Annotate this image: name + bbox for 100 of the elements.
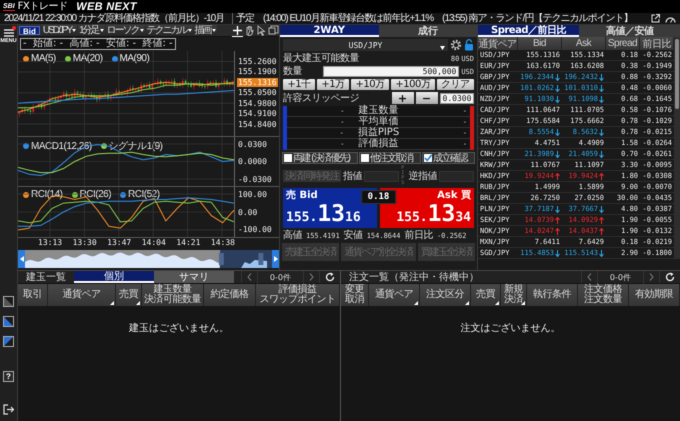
layout-icon[interactable] xyxy=(3,296,14,307)
column-header[interactable]: Ask xyxy=(562,37,606,50)
windows-icon[interactable] xyxy=(268,25,279,37)
arrow-down-icon xyxy=(599,250,604,256)
column-header[interactable]: 有効期限 xyxy=(629,284,680,306)
column-header[interactable]: 通貨ペア xyxy=(478,37,518,50)
time-label: 14:21 xyxy=(176,238,200,248)
column-header[interactable]: 変更 取消 xyxy=(341,284,369,306)
quote-tab[interactable]: 高値／安値 xyxy=(579,25,680,37)
dropdown-button[interactable]: 1分足 xyxy=(78,25,105,36)
sort-icon xyxy=(465,301,469,305)
step-button[interactable]: + xyxy=(392,92,414,104)
column-header[interactable]: 前日比 xyxy=(640,37,674,50)
column-header[interactable]: 通貨ペア xyxy=(48,284,116,306)
legend-label: MA(20) xyxy=(72,53,103,64)
column-header[interactable]: 通貨ペア xyxy=(369,284,420,306)
column-header[interactable]: 売買 xyxy=(471,284,501,306)
time-label: 13:13 xyxy=(38,238,62,248)
legend-label: RCI(14) xyxy=(31,189,63,200)
axis-label: -0.0300 xyxy=(237,174,273,184)
hand-icon[interactable] xyxy=(244,25,255,37)
chevron-right-icon[interactable] xyxy=(309,273,314,281)
arrow-down-icon xyxy=(555,128,560,136)
layout-icon[interactable] xyxy=(3,316,14,327)
cursor-icon[interactable] xyxy=(256,25,267,37)
schedule-item: (13:55) 南ア・ランド/円【テクニカルポイント】 xyxy=(442,13,632,24)
time-label: 14:04 xyxy=(142,238,166,248)
arrow-up-icon xyxy=(599,228,604,234)
increment-button[interactable]: +1万 xyxy=(317,79,350,90)
quantity-field[interactable]: 500,000 xyxy=(323,66,460,77)
lock-icon[interactable] xyxy=(464,39,474,51)
increment-button[interactable]: +1千 xyxy=(283,79,316,90)
arrow-down-icon xyxy=(599,206,604,212)
position-label: 評価損益 xyxy=(358,139,398,149)
caret-icon xyxy=(140,29,144,32)
legend-label: RCI(52) xyxy=(128,189,160,200)
limit-label: 指値 xyxy=(343,170,362,182)
check-icon xyxy=(424,154,432,162)
arrow-down-icon xyxy=(599,84,604,92)
column-header[interactable]: 執行条件 xyxy=(527,284,578,306)
order-tab[interactable]: 成行 xyxy=(378,25,477,37)
crosshair-icon[interactable] xyxy=(232,25,243,37)
chevron-right-icon[interactable] xyxy=(649,273,654,281)
currency-pair-dropdown[interactable]: USD/JPY xyxy=(283,39,448,51)
gauge-icon[interactable] xyxy=(665,14,676,22)
increment-button[interactable]: +10万 xyxy=(351,79,389,90)
help-button[interactable]: ? xyxy=(3,371,14,382)
step-button[interactable]: − xyxy=(416,92,438,104)
navigator-drawing[interactable] xyxy=(25,250,272,268)
stat-label: 前日比 xyxy=(404,230,433,241)
chevron-left-icon[interactable] xyxy=(246,273,252,281)
order-tab[interactable]: 2WAY xyxy=(280,25,378,37)
section-title: 注文一覧（発注中・待機中） xyxy=(348,271,480,283)
price-type-button[interactable]: Bid xyxy=(19,26,40,35)
list-tab[interactable]: サマリ xyxy=(154,271,234,283)
checkbox[interactable]: 他注文取消 xyxy=(359,152,421,164)
column-header[interactable]: Bid xyxy=(518,37,562,50)
axis-label: -100.00 xyxy=(237,225,273,234)
layout-icon[interactable] xyxy=(3,336,14,347)
column-header[interactable]: 約定価格 xyxy=(204,284,256,306)
refresh-icon[interactable] xyxy=(665,272,675,282)
gear-icon[interactable] xyxy=(450,39,462,51)
column-header[interactable]: 新規 決済 xyxy=(501,284,527,306)
column-header[interactable]: 売買 xyxy=(116,284,142,306)
arrow-down-icon xyxy=(555,96,560,102)
scroll-right-button[interactable] xyxy=(272,250,279,268)
axis-label: 155.1900 xyxy=(237,67,278,76)
refresh-icon[interactable] xyxy=(325,272,335,282)
scroll-left-button[interactable] xyxy=(18,250,25,268)
arrow-down-icon xyxy=(555,150,560,158)
logo-text: FXトレード xyxy=(18,1,68,12)
stat-label: 高値 xyxy=(283,230,302,241)
menu-icon xyxy=(4,28,14,36)
current-price-label: 155.1316 xyxy=(237,78,278,87)
column-header[interactable]: 注文区分 xyxy=(420,284,471,306)
dropdown-button[interactable]: ローソク xyxy=(106,25,145,36)
axis-label: 154.8400 xyxy=(237,120,278,129)
dropdown-button[interactable]: 描画 xyxy=(194,25,217,36)
increment-button[interactable]: クリア xyxy=(436,79,474,90)
increment-button[interactable]: +100万 xyxy=(390,79,435,90)
spread-value: 0.18 xyxy=(360,190,396,204)
column-header[interactable]: 評価損益 スワップポイント xyxy=(256,284,340,306)
exit-icon[interactable] xyxy=(3,404,14,415)
section-title: 建玉一覧 xyxy=(25,271,67,283)
column-header[interactable]: 注文価格 注文数量 xyxy=(578,284,629,306)
column-header[interactable]: 建玉数量 決済可能数量 xyxy=(142,284,204,306)
column-header[interactable]: Spread xyxy=(606,37,640,50)
external-link-icon[interactable] xyxy=(651,14,660,23)
dropdown-button[interactable]: テクニカル xyxy=(146,25,193,36)
checkbox[interactable]: 両建(決済優先) xyxy=(282,152,358,164)
chevron-left-icon[interactable] xyxy=(586,273,592,281)
column-header[interactable]: 取引 xyxy=(18,284,48,306)
scrollbar[interactable] xyxy=(674,37,680,259)
checkbox[interactable]: 成立確認 xyxy=(422,152,476,164)
arrow-down-icon xyxy=(555,250,560,256)
slippage-field[interactable]: 0.0300 xyxy=(440,92,474,104)
position-label: 平均単価 xyxy=(358,117,398,127)
scrollbar-thumb[interactable] xyxy=(675,39,679,109)
list-tab[interactable]: 個別 xyxy=(74,271,154,283)
dropdown-button[interactable]: USD/JPY xyxy=(42,25,78,36)
